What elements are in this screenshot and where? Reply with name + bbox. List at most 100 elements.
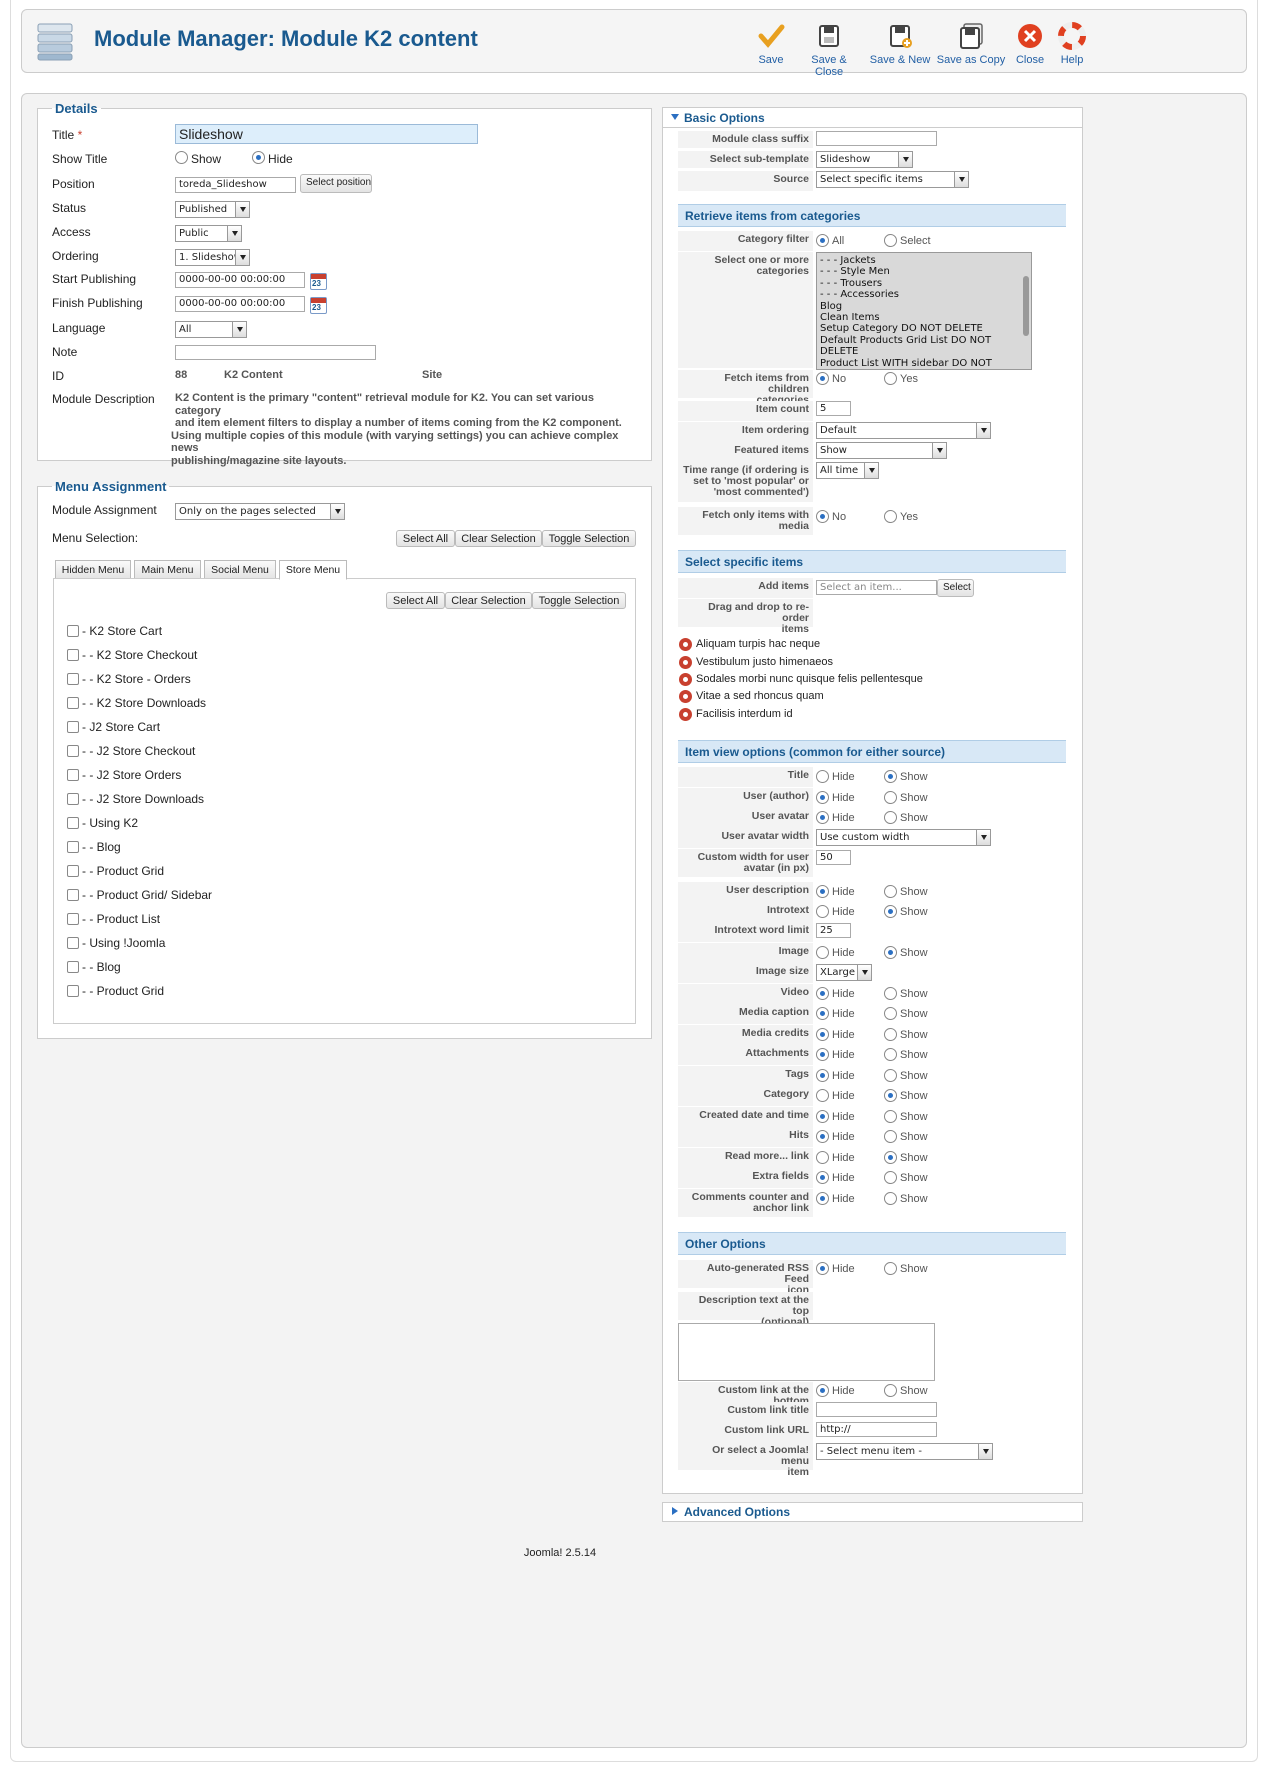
view-attachments-show-radio[interactable]: [884, 1048, 897, 1061]
category-option[interactable]: Product List WITH sidebar DO NOT DELETE: [820, 358, 1028, 369]
custom-link-hide-radio[interactable]: [816, 1384, 829, 1397]
save-close-button[interactable]: Save & Close: [796, 22, 862, 78]
view-media-credits-show-radio[interactable]: [884, 1028, 897, 1041]
menu-item-checkbox[interactable]: [67, 841, 79, 853]
menu-item-checkbox[interactable]: [67, 697, 79, 709]
fetch-children-no-radio[interactable]: [816, 372, 829, 385]
access-select[interactable]: Public: [175, 225, 242, 242]
view-read-more-link-show-radio[interactable]: [884, 1151, 897, 1164]
view-attachments-hide-radio[interactable]: [816, 1048, 829, 1061]
tab-hidden-menu[interactable]: Hidden Menu: [55, 560, 131, 580]
rss-hide-radio[interactable]: [816, 1262, 829, 1275]
remove-item-icon[interactable]: [679, 690, 692, 703]
view-user-description-show-radio[interactable]: [884, 885, 897, 898]
help-button[interactable]: Help: [1056, 22, 1088, 66]
menu-item-checkbox[interactable]: [67, 985, 79, 997]
clear-selection-button[interactable]: Clear Selection: [455, 530, 542, 547]
view-comments-counter-and-anchor-link-show-radio[interactable]: [884, 1192, 897, 1205]
view-image-hide-radio[interactable]: [816, 946, 829, 959]
view-comments-counter-and-anchor-link-hide-radio[interactable]: [816, 1192, 829, 1205]
menu-item-checkbox[interactable]: [67, 769, 79, 781]
view-hits-hide-radio[interactable]: [816, 1130, 829, 1143]
item-ordering-select[interactable]: Default: [816, 422, 991, 439]
view-media-credits-hide-radio[interactable]: [816, 1028, 829, 1041]
source-select[interactable]: Select specific items: [816, 171, 969, 188]
fetch-media-no-radio[interactable]: [816, 510, 829, 523]
start-publishing-input[interactable]: 0000-00-00 00:00:00: [175, 272, 305, 288]
joomla-menu-item-select[interactable]: - Select menu item -: [816, 1443, 993, 1460]
save-button[interactable]: Save: [750, 22, 792, 66]
view-title-show-radio[interactable]: [884, 770, 897, 783]
menu-item-checkbox[interactable]: [67, 745, 79, 757]
sub-template-select[interactable]: Slideshow: [816, 151, 913, 168]
menu-item-checkbox[interactable]: [67, 673, 79, 685]
save-as-copy-button[interactable]: Save as Copy: [936, 22, 1006, 66]
add-items-input[interactable]: Select an item...: [816, 580, 937, 595]
view-media-caption-show-radio[interactable]: [884, 1007, 897, 1020]
view-video-hide-radio[interactable]: [816, 987, 829, 1000]
status-select[interactable]: Published: [175, 201, 250, 218]
view-user-avatar-show-radio[interactable]: [884, 811, 897, 824]
view-user-avatar-hide-radio[interactable]: [816, 811, 829, 824]
view-tags-hide-radio[interactable]: [816, 1069, 829, 1082]
panel-toggle-selection-button[interactable]: Toggle Selection: [532, 592, 626, 609]
show-title-show-radio[interactable]: [175, 151, 188, 164]
ordering-select[interactable]: 1. Slideshow: [175, 249, 250, 266]
category-option[interactable]: Blog: [820, 301, 1028, 312]
calendar-icon[interactable]: [310, 273, 327, 290]
categories-listbox[interactable]: - - - Jackets - - - Style Men - - - Trouse…: [816, 252, 1032, 370]
category-option[interactable]: Default Products Grid List DO NOT DELETE: [820, 335, 1028, 358]
module-class-suffix-input[interactable]: [816, 131, 937, 146]
view-introtext-show-radio[interactable]: [884, 905, 897, 918]
category-filter-select-radio[interactable]: [884, 234, 897, 247]
time-range-select[interactable]: All time: [816, 462, 879, 479]
remove-item-icon[interactable]: [679, 708, 692, 721]
listbox-scrollbar[interactable]: [1023, 276, 1029, 336]
view-introtext-hide-radio[interactable]: [816, 905, 829, 918]
title-input[interactable]: Slideshow: [175, 124, 478, 144]
select-all-button[interactable]: Select All: [396, 530, 455, 547]
toggle-selection-button[interactable]: Toggle Selection: [542, 530, 636, 547]
add-item-select-button[interactable]: Select: [937, 579, 974, 597]
panel-clear-selection-button[interactable]: Clear Selection: [445, 592, 532, 609]
description-textarea[interactable]: [678, 1323, 935, 1381]
close-button[interactable]: Close: [1012, 22, 1048, 66]
view-introtext-word-limit-input[interactable]: 25: [816, 923, 851, 938]
note-input[interactable]: [175, 345, 376, 360]
save-new-button[interactable]: Save & New: [868, 22, 932, 66]
view-title-hide-radio[interactable]: [816, 770, 829, 783]
tab-main-menu[interactable]: Main Menu: [134, 560, 201, 580]
category-option[interactable]: Clean Items: [820, 312, 1028, 323]
remove-item-icon[interactable]: [679, 673, 692, 686]
panel-select-all-button[interactable]: Select All: [386, 592, 445, 609]
view-extra-fields-show-radio[interactable]: [884, 1171, 897, 1184]
position-input[interactable]: toreda_Slideshow: [175, 177, 296, 193]
fetch-media-yes-radio[interactable]: [884, 510, 897, 523]
category-option[interactable]: - - - Trousers: [820, 278, 1028, 289]
remove-item-icon[interactable]: [679, 638, 692, 651]
menu-item-checkbox[interactable]: [67, 913, 79, 925]
view-created-date-and-time-hide-radio[interactable]: [816, 1110, 829, 1123]
view-media-caption-hide-radio[interactable]: [816, 1007, 829, 1020]
category-filter-all-radio[interactable]: [816, 234, 829, 247]
view-user-author-hide-radio[interactable]: [816, 791, 829, 804]
view-image-show-radio[interactable]: [884, 946, 897, 959]
menu-item-checkbox[interactable]: [67, 721, 79, 733]
view-extra-fields-hide-radio[interactable]: [816, 1171, 829, 1184]
tab-store-menu[interactable]: Store Menu: [279, 560, 347, 580]
remove-item-icon[interactable]: [679, 656, 692, 669]
basic-options-title[interactable]: Basic Options: [684, 111, 765, 125]
show-title-hide-radio[interactable]: [252, 151, 265, 164]
menu-item-checkbox[interactable]: [67, 961, 79, 973]
calendar-icon[interactable]: [310, 297, 327, 314]
custom-link-show-radio[interactable]: [884, 1384, 897, 1397]
menu-item-checkbox[interactable]: [67, 889, 79, 901]
advanced-options-title[interactable]: Advanced Options: [684, 1505, 790, 1519]
menu-item-checkbox[interactable]: [67, 937, 79, 949]
view-tags-show-radio[interactable]: [884, 1069, 897, 1082]
view-hits-show-radio[interactable]: [884, 1130, 897, 1143]
view-category-hide-radio[interactable]: [816, 1089, 829, 1102]
category-option[interactable]: - - - Accessories: [820, 289, 1028, 300]
view-custom-width-for-user-avatar-in-px-input[interactable]: 50: [816, 850, 851, 865]
item-count-input[interactable]: 5: [816, 401, 851, 416]
